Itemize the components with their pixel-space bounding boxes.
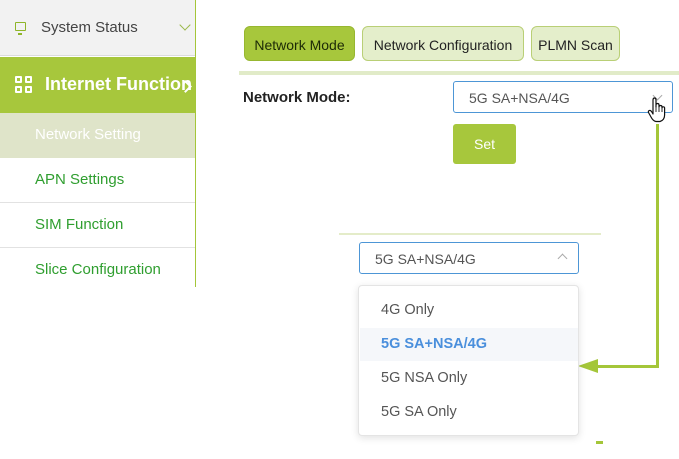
sidebar-item-internet-function[interactable]: Internet Function xyxy=(0,57,195,113)
dropdown-option-5g-sa-nsa-4g[interactable]: 5G SA+NSA/4G xyxy=(360,328,578,361)
sidebar-item-label: Internet Function xyxy=(45,74,192,94)
set-button[interactable]: Set xyxy=(453,124,516,164)
chevron-up-icon xyxy=(557,253,568,264)
connector-line xyxy=(596,365,659,368)
dropdown-option-5g-sa-only[interactable]: 5G SA Only xyxy=(360,396,578,429)
sidebar-item-apn-settings[interactable]: APN Settings xyxy=(0,158,195,203)
tab-network-configuration[interactable]: Network Configuration xyxy=(362,26,524,61)
sidebar-item-label: APN Settings xyxy=(35,171,125,188)
sidebar-item-network-setting[interactable]: Network Setting xyxy=(0,113,195,158)
divider xyxy=(339,233,601,235)
sidebar-item-label: SIM Function xyxy=(35,216,124,233)
dropdown-option-4g-only[interactable]: 4G Only xyxy=(360,294,578,327)
network-mode-select[interactable]: 5G SA+NSA/4G xyxy=(453,81,673,113)
network-mode-select-expanded[interactable]: 5G SA+NSA/4G xyxy=(359,242,579,274)
sidebar: System Status Internet Function Network … xyxy=(0,0,196,293)
connector-line xyxy=(656,124,659,368)
select-value: 5G SA+NSA/4G xyxy=(375,251,476,267)
sidebar-item-label: Slice Configuration xyxy=(35,261,161,278)
sidebar-item-sim-function[interactable]: SIM Function xyxy=(0,203,195,248)
hand-cursor-icon xyxy=(647,97,666,123)
dropdown-option-5g-nsa-only[interactable]: 5G NSA Only xyxy=(360,362,578,395)
sidebar-item-label: Network Setting xyxy=(35,126,141,143)
select-value: 5G SA+NSA/4G xyxy=(469,90,570,106)
decorative-mark xyxy=(596,441,603,444)
grid-icon xyxy=(15,76,33,94)
sidebar-item-label: System Status xyxy=(41,19,138,36)
network-mode-label: Network Mode: xyxy=(243,89,351,106)
chevron-down-icon xyxy=(179,19,191,31)
sidebar-item-slice-configuration[interactable]: Slice Configuration xyxy=(0,248,195,293)
monitor-icon xyxy=(15,22,26,35)
network-mode-dropdown: 4G Only 5G SA+NSA/4G 5G NSA Only 5G SA O… xyxy=(358,285,579,436)
arrow-left-icon xyxy=(578,359,598,373)
tab-network-mode[interactable]: Network Mode xyxy=(244,26,355,61)
sidebar-item-system-status[interactable]: System Status xyxy=(0,0,195,56)
tab-plmn-scan[interactable]: PLMN Scan xyxy=(531,26,620,61)
tab-divider xyxy=(239,71,679,75)
